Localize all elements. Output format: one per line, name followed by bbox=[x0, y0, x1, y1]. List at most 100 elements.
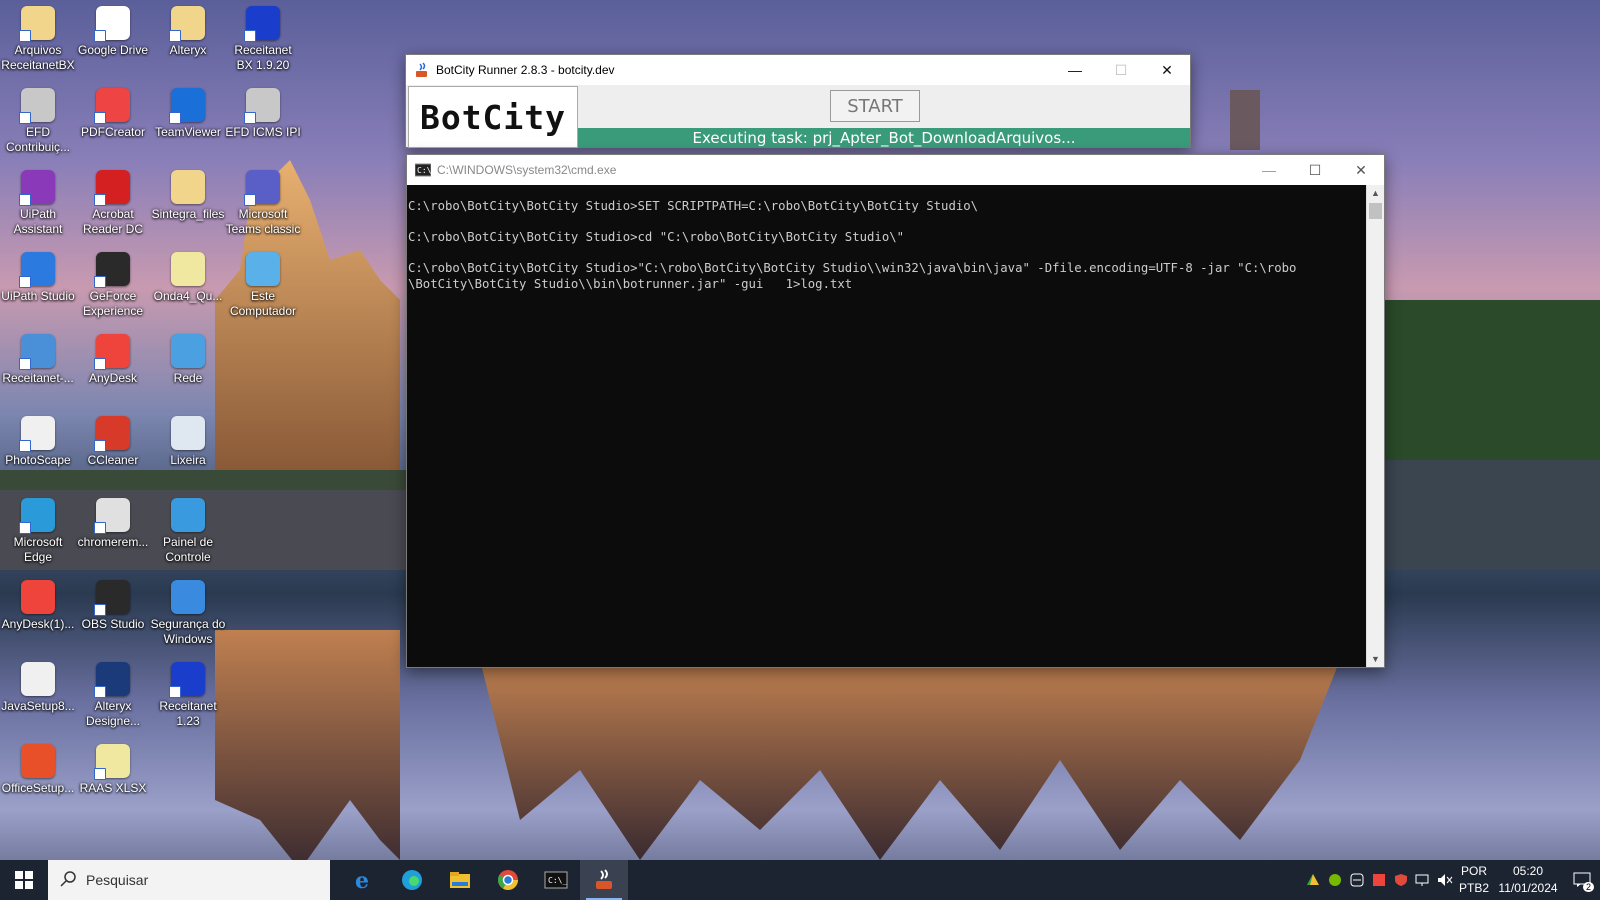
desktop-icon-label: Alteryx Designe... bbox=[85, 699, 141, 728]
desktop-icon[interactable]: AnyDesk bbox=[75, 328, 151, 386]
edge-icon[interactable] bbox=[388, 860, 436, 900]
desktop-icon[interactable]: CCleaner bbox=[75, 410, 151, 468]
minimize-button[interactable]: — bbox=[1246, 155, 1292, 185]
scroll-up-arrow[interactable]: ▲ bbox=[1367, 185, 1384, 201]
desktop-icon[interactable]: Rede bbox=[150, 328, 226, 386]
desktop-icon[interactable]: RAAS XLSX bbox=[75, 738, 151, 796]
taskbar: Pesquisar e C:\_ POR PTB2 05:20 11/01/20… bbox=[0, 860, 1600, 900]
folder-icon bbox=[171, 170, 205, 204]
desktop-icon[interactable]: Arquivos ReceitanetBX bbox=[0, 0, 76, 73]
receitanet-icon bbox=[244, 6, 280, 42]
desktop-icon[interactable]: Este Computador bbox=[225, 246, 301, 319]
desktop-icon[interactable]: Receitanet 1.23 bbox=[150, 656, 226, 729]
teamviewer-icon[interactable] bbox=[1346, 860, 1368, 900]
system-tray: POR PTB2 05:20 11/01/2024 2 bbox=[1302, 860, 1600, 900]
cmd-taskbar-icon[interactable]: C:\_ bbox=[532, 860, 580, 900]
efd-icon bbox=[244, 88, 280, 124]
desktop-icon[interactable]: EFD ICMS IPI bbox=[225, 82, 301, 140]
minimize-button[interactable]: — bbox=[1052, 55, 1098, 85]
close-button[interactable]: ✕ bbox=[1144, 55, 1190, 85]
svg-text:e: e bbox=[355, 868, 369, 892]
desktop-icon[interactable]: Receitanet BX 1.9.20 bbox=[225, 0, 301, 73]
notification-center-button[interactable]: 2 bbox=[1564, 860, 1600, 900]
teamviewer-icon bbox=[169, 88, 205, 124]
installer-icon bbox=[19, 334, 55, 370]
desktop-icon[interactable]: Lixeira bbox=[150, 410, 226, 468]
console-line: C:\robo\BotCity\BotCity Studio>SET SCRIP… bbox=[408, 199, 979, 213]
clock-time: 05:20 bbox=[1512, 864, 1544, 878]
desktop-icon-label: TeamViewer bbox=[155, 125, 221, 139]
desktop-icon[interactable]: Alteryx bbox=[150, 0, 226, 58]
desktop-icon[interactable]: GeForce Experience bbox=[75, 246, 151, 319]
scroll-thumb[interactable] bbox=[1369, 203, 1382, 219]
security-icon[interactable] bbox=[1390, 860, 1412, 900]
cmd-window[interactable]: C:\ C:\WINDOWS\system32\cmd.exe — ☐ ✕ C:… bbox=[406, 154, 1385, 668]
console-output[interactable]: C:\robo\BotCity\BotCity Studio>SET SCRIP… bbox=[407, 185, 1367, 667]
maximize-button[interactable]: ☐ bbox=[1292, 155, 1338, 185]
desktop-icon[interactable]: AnyDesk(1)... bbox=[0, 574, 76, 632]
desktop-icon[interactable]: Microsoft Edge bbox=[0, 492, 76, 565]
chrome-icon[interactable] bbox=[484, 860, 532, 900]
windows-start-button[interactable] bbox=[0, 860, 48, 900]
desktop-icon-label: AnyDesk(1)... bbox=[1, 617, 75, 631]
search-placeholder: Pesquisar bbox=[86, 872, 149, 888]
desktop-icon[interactable]: EFD Contribuiç... bbox=[0, 82, 76, 155]
desktop-icon-label: chromerem... bbox=[77, 535, 149, 549]
desktop-icon[interactable]: Alteryx Designe... bbox=[75, 656, 151, 729]
maximize-button[interactable]: ☐ bbox=[1098, 55, 1144, 85]
nvidia-icon[interactable] bbox=[1324, 860, 1346, 900]
clock-date: 11/01/2024 bbox=[1498, 881, 1558, 895]
anydesk-icon[interactable] bbox=[1368, 860, 1390, 900]
volume-muted-icon[interactable] bbox=[1434, 860, 1456, 900]
desktop-icon[interactable]: PhotoScape bbox=[0, 410, 76, 468]
desktop-icon[interactable]: Google Drive bbox=[75, 0, 151, 58]
desktop-icon[interactable]: Segurança do Windows bbox=[150, 574, 226, 647]
desktop-icon[interactable]: Microsoft Teams classic bbox=[225, 164, 301, 237]
edge-icon bbox=[19, 498, 55, 534]
language-code: POR bbox=[1460, 864, 1487, 878]
start-button[interactable]: START bbox=[830, 90, 920, 122]
botcity-titlebar[interactable]: BotCity Runner 2.8.3 - botcity.dev — ☐ ✕ bbox=[406, 55, 1190, 85]
console-line: \BotCity\BotCity Studio\\bin\botrunner.j… bbox=[408, 276, 853, 291]
desktop-icon-label: UiPath Assistant bbox=[13, 207, 63, 236]
cmd-icon: C:\ bbox=[414, 162, 432, 178]
internet-explorer-icon[interactable]: e bbox=[340, 860, 388, 900]
desktop-icon[interactable]: chromerem... bbox=[75, 492, 151, 550]
desktop-icon[interactable]: OfficeSetup... bbox=[0, 738, 76, 796]
installer-icon bbox=[94, 498, 130, 534]
windows-logo-icon bbox=[15, 871, 33, 889]
cmd-titlebar[interactable]: C:\ C:\WINDOWS\system32\cmd.exe — ☐ ✕ bbox=[407, 155, 1384, 185]
java-taskbar-icon[interactable] bbox=[580, 860, 628, 900]
desktop-icon[interactable]: Receitanet-... bbox=[0, 328, 76, 386]
obs-icon bbox=[94, 580, 130, 616]
control-panel-icon bbox=[171, 498, 205, 532]
notification-count: 2 bbox=[1582, 882, 1594, 892]
file-explorer-icon[interactable] bbox=[436, 860, 484, 900]
desktop-icon[interactable]: PDFCreator bbox=[75, 82, 151, 140]
taskbar-search-box[interactable]: Pesquisar bbox=[48, 860, 330, 900]
desktop-icon[interactable]: UiPath Studio bbox=[0, 246, 76, 304]
file-icon bbox=[94, 744, 130, 780]
desktop-icon[interactable]: Sintegra_files bbox=[150, 164, 226, 222]
desktop-icon[interactable]: JavaSetup8... bbox=[0, 656, 76, 714]
desktop-icon[interactable]: Onda4_Qu... bbox=[150, 246, 226, 304]
desktop-icon[interactable]: Acrobat Reader DC bbox=[75, 164, 151, 237]
desktop-icon-label: CCleaner bbox=[87, 453, 139, 467]
clock[interactable]: 05:20 11/01/2024 bbox=[1492, 863, 1564, 897]
language-indicator[interactable]: POR PTB2 bbox=[1456, 863, 1492, 897]
receitanet-icon bbox=[169, 662, 205, 698]
folder-icon bbox=[19, 6, 55, 42]
close-button[interactable]: ✕ bbox=[1338, 155, 1384, 185]
scroll-down-arrow[interactable]: ▼ bbox=[1367, 651, 1384, 667]
desktop-icon[interactable]: UiPath Assistant bbox=[0, 164, 76, 237]
google-drive-icon[interactable] bbox=[1302, 860, 1324, 900]
desktop-icon[interactable]: Painel de Controle bbox=[150, 492, 226, 565]
desktop-icon[interactable]: OBS Studio bbox=[75, 574, 151, 632]
vertical-scrollbar[interactable]: ▲ ▼ bbox=[1366, 185, 1384, 667]
desktop-icon[interactable]: TeamViewer bbox=[150, 82, 226, 140]
network-icon[interactable] bbox=[1412, 860, 1434, 900]
anydesk-icon bbox=[21, 580, 55, 614]
botcity-runner-window[interactable]: BotCity Runner 2.8.3 - botcity.dev — ☐ ✕… bbox=[405, 54, 1191, 148]
